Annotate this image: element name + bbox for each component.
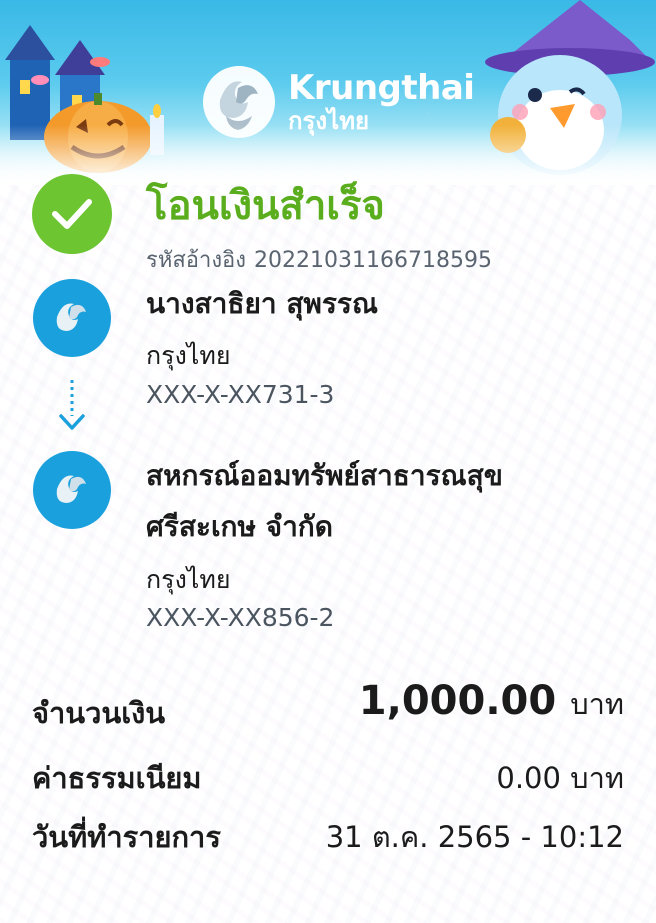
amount-value: 1,000.00 [358,678,557,724]
success-check-icon [32,174,112,254]
amount-unit: บาท [570,687,624,721]
reference-row: รหัสอ้างอิง 20221031166718595 [146,242,500,277]
amount-value-row: 1,000.00 บาท [359,678,624,727]
arrow-down-icon [59,380,85,430]
date-value: 31 ต.ค. 2565 - 10:12 [325,820,624,854]
receiver-account: XXX-X-XX856-2 [146,603,335,632]
receiver-name-line1: สหกรณ์ออมทรัพย์สาธารณสุข [146,459,503,492]
receiver-bank-avatar [33,451,111,529]
krungthai-bird-icon [56,303,86,331]
krungthai-bird-icon [56,475,86,503]
brand-name-en: Krungthai [288,68,475,108]
receiver-name-line2: ศรีสะเกษ จำกัด [146,510,333,543]
receiver-bank: กรุงไทย [146,565,231,594]
fee-label: ค่าธรรมเนียม [32,761,202,795]
sender-bank: กรุงไทย [146,341,231,370]
header-banner: Krungthai กรุงไทย [0,0,656,185]
date-label: วันที่ทำรายการ [32,820,221,854]
amount-label: จำนวนเงิน [32,696,166,730]
fee-value: 0.00 บาท [496,761,624,795]
status-title: โอนเงินสำเร็จ [146,183,385,229]
sender-account: XXX-X-XX731-3 [146,380,335,409]
reference-number: 20221031166718595 [254,248,492,273]
sender-name: นางสาธิยา สุพรรณ [146,287,378,320]
status-row [32,174,112,254]
transfer-slip: Krungthai กรุงไทย โอนเงินสำเร็จ รหัสอ้าง… [0,0,656,923]
sender-bank-avatar [33,279,111,357]
reference-label: รหัสอ้างอิง [146,248,247,273]
